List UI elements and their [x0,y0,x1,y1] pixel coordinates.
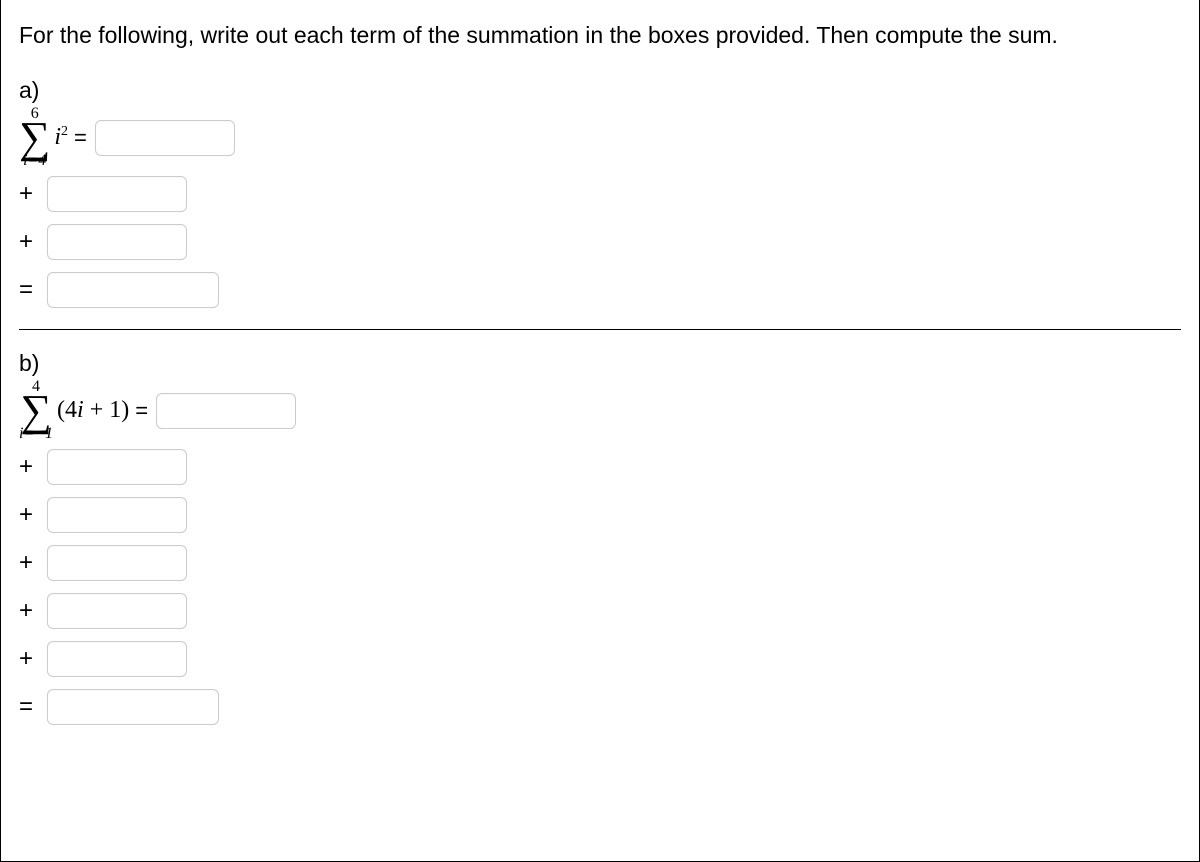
instructions-text: For the following, write out each term o… [19,22,1181,49]
part-b-result-input[interactable] [47,689,219,725]
part-a-term-2-input[interactable] [47,176,187,212]
part-b-term-row-6: + [19,638,1181,680]
part-a-term-1-input[interactable] [95,120,235,156]
part-b-term-row-2: + [19,446,1181,488]
part-b-sum-row: 4 ∑ i=−1 (4i + 1) = [19,379,1181,442]
part-b-term-row-4: + [19,542,1181,584]
part-b-term-6-input[interactable] [47,641,187,677]
equals-a: = [74,125,87,151]
part-b-term-1-input[interactable] [156,393,296,429]
plus-op: + [19,501,41,529]
plus-op: + [19,228,41,256]
sigma-lower-b: i=−1 [19,426,53,442]
expression-b: (4i + 1) [57,397,129,424]
part-b-term-4-input[interactable] [47,545,187,581]
sigma-block-a: 6 ∑ i=4 [19,106,50,169]
sigma-block-b: 4 ∑ i=−1 [19,379,53,442]
sigma-symbol-b: ∑ [20,393,51,428]
part-a-term-row-2: + [19,173,1181,215]
part-b-term-5-input[interactable] [47,593,187,629]
part-b-term-row-3: + [19,494,1181,536]
expression-a: i2 [54,124,68,151]
part-a-label: a) [19,77,1181,104]
part-b-result-row: = [19,686,1181,728]
part-b-label: b) [19,350,1181,377]
plus-op: + [19,549,41,577]
equals-op: = [19,276,41,304]
part-b-term-3-input[interactable] [47,497,187,533]
part-a-result-input[interactable] [47,272,219,308]
sigma-symbol-a: ∑ [19,120,50,155]
part-b-term-2-input[interactable] [47,449,187,485]
equals-b: = [135,398,148,424]
plus-op: + [19,453,41,481]
plus-op: + [19,597,41,625]
plus-op: + [19,645,41,673]
part-b-term-row-5: + [19,590,1181,632]
equals-op: = [19,693,41,721]
part-a-sum-row: 6 ∑ i=4 i2 = [19,106,1181,169]
plus-op: + [19,180,41,208]
expr-sup-a: 2 [61,124,68,139]
worksheet-page: For the following, write out each term o… [0,0,1200,862]
sigma-lower-a: i=4 [23,153,46,169]
divider [19,329,1181,330]
part-a-result-row: = [19,269,1181,311]
part-a-term-3-input[interactable] [47,224,187,260]
part-a-term-row-3: + [19,221,1181,263]
